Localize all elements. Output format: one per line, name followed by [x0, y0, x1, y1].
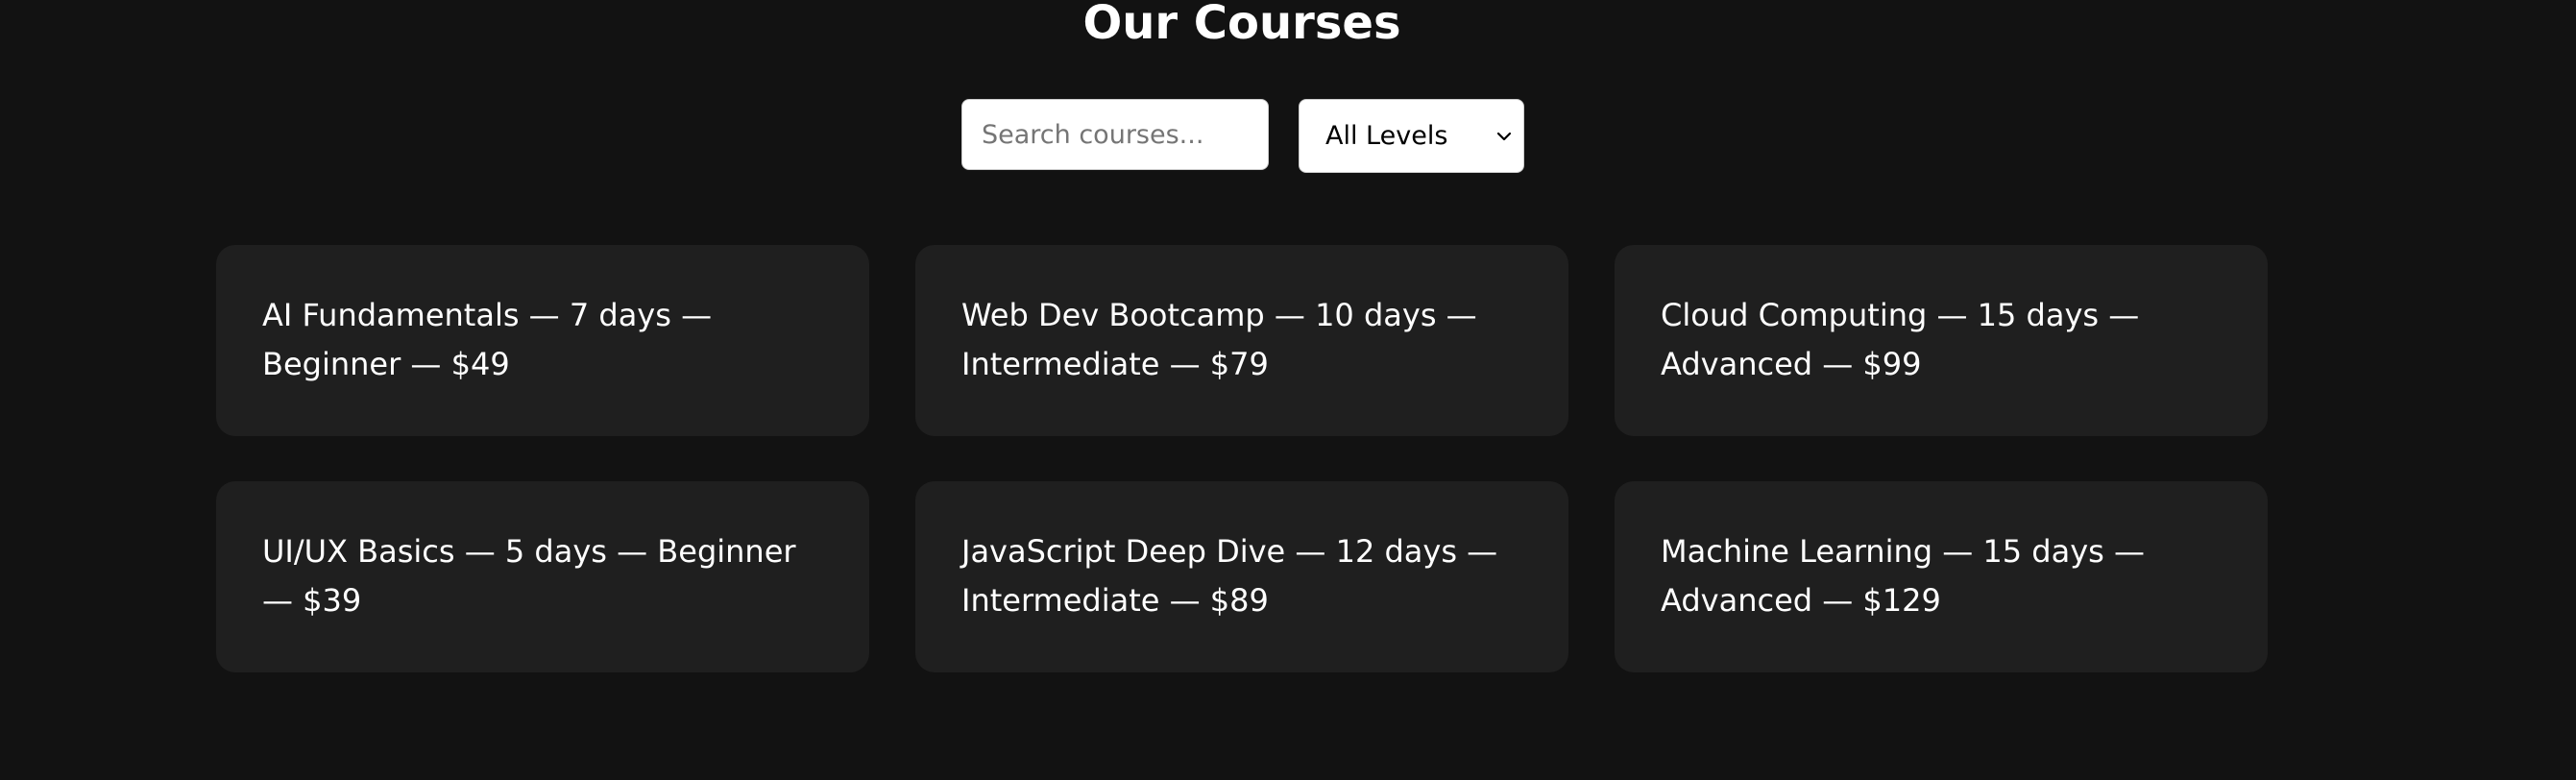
chevron-down-icon	[1496, 132, 1512, 140]
course-card-text: AI Fundamentals — 7 days — Beginner — $4…	[262, 297, 713, 382]
course-card-cloud-computing[interactable]: Cloud Computing — 15 days — Advanced — $…	[1615, 245, 2268, 436]
level-select-value: All Levels	[1325, 121, 1448, 151]
course-card-text: Machine Learning — 15 days — Advanced — …	[1661, 533, 2145, 619]
course-card-ai-fundamentals[interactable]: AI Fundamentals — 7 days — Beginner — $4…	[216, 245, 869, 436]
level-select[interactable]: All Levels	[1299, 99, 1524, 173]
course-grid: AI Fundamentals — 7 days — Beginner — $4…	[216, 245, 2268, 672]
course-filters: All Levels	[961, 99, 1524, 173]
course-card-ui-ux-basics[interactable]: UI/UX Basics — 5 days — Beginner — $39	[216, 481, 869, 672]
course-card-text: Web Dev Bootcamp — 10 days — Intermediat…	[961, 297, 1477, 382]
course-card-javascript-deep-dive[interactable]: JavaScript Deep Dive — 12 days — Interme…	[915, 481, 1568, 672]
page-title: Our Courses	[1082, 0, 1401, 50]
course-card-web-dev-bootcamp[interactable]: Web Dev Bootcamp — 10 days — Intermediat…	[915, 245, 1568, 436]
search-input[interactable]	[961, 99, 1269, 170]
course-card-text: Cloud Computing — 15 days — Advanced — $…	[1661, 297, 2140, 382]
course-card-machine-learning[interactable]: Machine Learning — 15 days — Advanced — …	[1615, 481, 2268, 672]
course-card-text: UI/UX Basics — 5 days — Beginner — $39	[262, 533, 796, 619]
course-card-text: JavaScript Deep Dive — 12 days — Interme…	[961, 533, 1498, 619]
